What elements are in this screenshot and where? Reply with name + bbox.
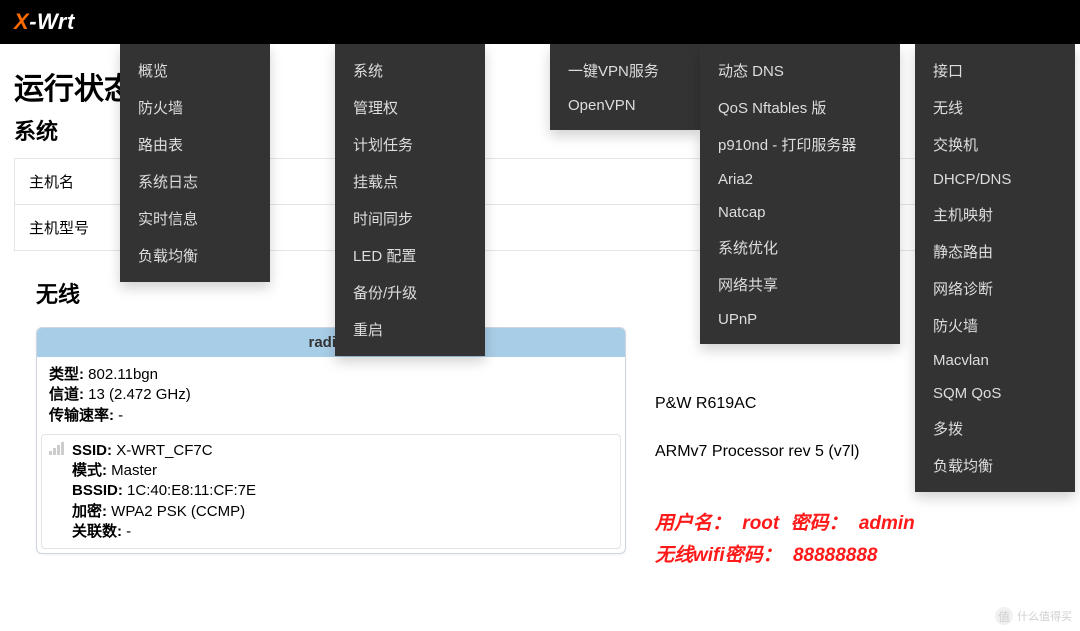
wireless-radio-card: radio0 类型: 802.11bgn 信道: 13 (2.472 GHz) … <box>36 327 626 554</box>
rate-value: - <box>118 407 123 424</box>
enc-value: WPA2 PSK (CCMP) <box>111 503 245 520</box>
dropdown-item[interactable]: SQM QoS <box>915 377 1075 410</box>
signal-icon <box>49 443 65 455</box>
watermark: 值 什么值得买 <box>995 607 1072 625</box>
dropdown-item[interactable]: 管理权 <box>335 89 485 126</box>
dropdown-menu: 接口无线交换机DHCP/DNS主机映射静态路由网络诊断防火墙MacvlanSQM… <box>915 44 1075 492</box>
dropdown-item[interactable]: DHCP/DNS <box>915 163 1075 196</box>
dropdown-item[interactable]: 防火墙 <box>120 89 270 126</box>
dropdown-item[interactable]: 实时信息 <box>120 200 270 237</box>
watermark-text: 什么值得买 <box>1017 608 1072 624</box>
dropdown-item[interactable]: 网络共享 <box>700 266 900 303</box>
dropdown-item[interactable]: 交换机 <box>915 126 1075 163</box>
dropdown-item[interactable]: 计划任务 <box>335 126 485 163</box>
dropdown-item[interactable]: 静态路由 <box>915 233 1075 270</box>
rate-label: 传输速率: <box>49 407 114 424</box>
brand-rest: -Wrt <box>29 9 75 34</box>
dropdown-item[interactable]: 多拨 <box>915 410 1075 447</box>
bssid-value: 1C:40:E8:11:CF:7E <box>127 482 256 499</box>
dropdown-item[interactable]: 无线 <box>915 89 1075 126</box>
dropdown-item[interactable]: 负载均衡 <box>120 237 270 274</box>
radio-network-item[interactable]: SSID: X-WRT_CF7C 模式: Master BSSID: 1C:40… <box>41 434 621 549</box>
dropdown-item[interactable]: UPnP <box>700 303 900 336</box>
dropdown-item[interactable]: 负载均衡 <box>915 447 1075 484</box>
dropdown-item[interactable]: 时间同步 <box>335 200 485 237</box>
dropdown-item[interactable]: 主机映射 <box>915 196 1075 233</box>
dropdown-item[interactable]: LED 配置 <box>335 237 485 274</box>
bssid-label: BSSID: <box>72 482 123 499</box>
dropdown-item[interactable]: QoS Nftables 版 <box>700 89 900 126</box>
dropdown-menu: 概览防火墙路由表系统日志实时信息负载均衡 <box>120 44 270 282</box>
watermark-icon: 值 <box>995 607 1013 625</box>
dropdown-item[interactable]: 动态 DNS <box>700 52 900 89</box>
dropdown-item[interactable]: 防火墙 <box>915 307 1075 344</box>
type-label: 类型: <box>49 366 84 383</box>
mode-value: Master <box>111 462 157 479</box>
enc-label: 加密: <box>72 503 107 520</box>
dropdown-item[interactable]: 系统优化 <box>700 229 900 266</box>
dropdown-item[interactable]: 路由表 <box>120 126 270 163</box>
assoc-value: - <box>126 523 131 540</box>
navbar: X-Wrt <box>0 0 1080 44</box>
dropdown-item[interactable]: 备份/升级 <box>335 274 485 311</box>
dropdown-item[interactable]: p910nd - 打印服务器 <box>700 126 900 163</box>
assoc-label: 关联数: <box>72 523 122 540</box>
mode-label: 模式: <box>72 462 107 479</box>
dropdown-item[interactable]: OpenVPN <box>550 89 700 122</box>
dropdown-item[interactable]: Aria2 <box>700 163 900 196</box>
brand-logo: X-Wrt <box>0 9 89 35</box>
channel-label: 信道: <box>49 386 84 403</box>
channel-value: 13 (2.472 GHz) <box>88 386 191 403</box>
dropdown-item[interactable]: 一键VPN服务 <box>550 52 700 89</box>
dropdown-item[interactable]: 概览 <box>120 52 270 89</box>
dropdown-menu: 动态 DNSQoS Nftables 版p910nd - 打印服务器Aria2N… <box>700 44 900 344</box>
dropdown-item[interactable]: 系统日志 <box>120 163 270 200</box>
radio-header[interactable]: radio0 <box>37 328 625 357</box>
ssid-value: X-WRT_CF7C <box>116 442 212 459</box>
ssid-label: SSID: <box>72 442 112 459</box>
dropdown-menu: 一键VPN服务OpenVPN <box>550 44 700 130</box>
dropdown-item[interactable]: 重启 <box>335 311 485 348</box>
dropdown-item[interactable]: 接口 <box>915 52 1075 89</box>
dropdown-item[interactable]: 挂载点 <box>335 163 485 200</box>
type-value: 802.11bgn <box>88 366 158 383</box>
brand-x: X <box>14 9 29 34</box>
dropdown-menu: 系统管理权计划任务挂载点时间同步LED 配置备份/升级重启 <box>335 44 485 356</box>
dropdown-item[interactable]: Macvlan <box>915 344 1075 377</box>
dropdown-item[interactable]: 系统 <box>335 52 485 89</box>
radio-summary: 类型: 802.11bgn 信道: 13 (2.472 GHz) 传输速率: - <box>37 357 625 430</box>
dropdown-item[interactable]: 网络诊断 <box>915 270 1075 307</box>
dropdown-item[interactable]: Natcap <box>700 196 900 229</box>
